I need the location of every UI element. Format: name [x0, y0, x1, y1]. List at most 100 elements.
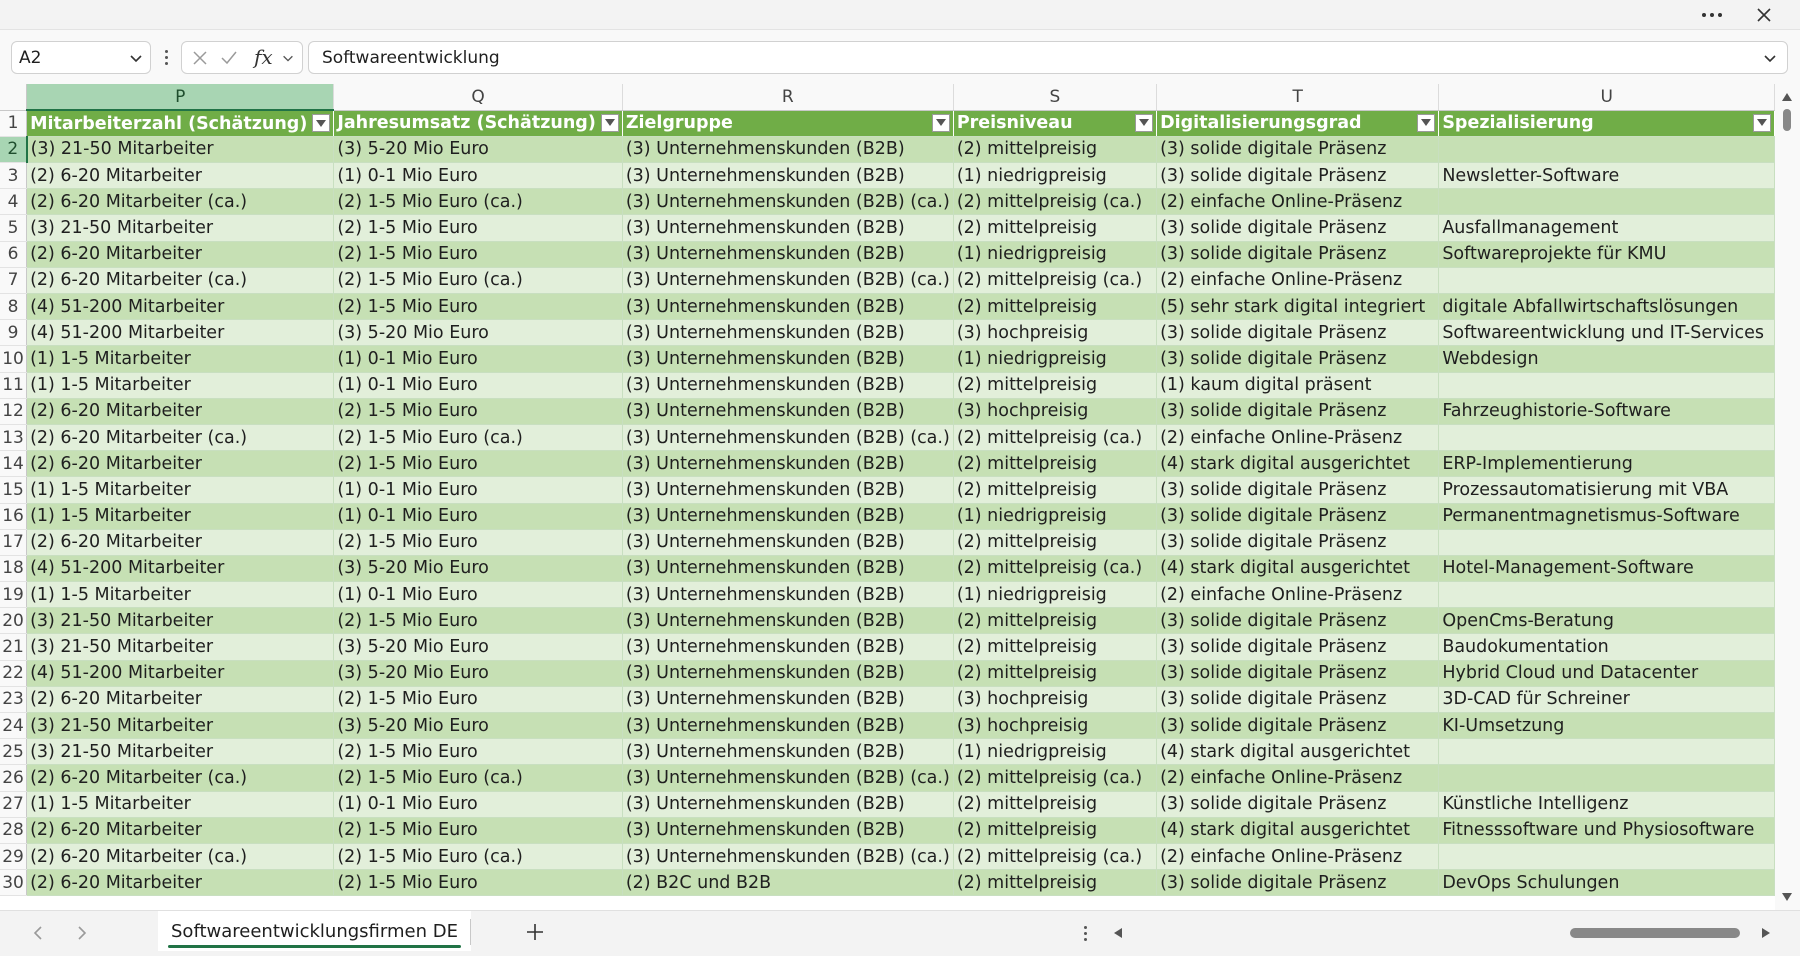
row-header[interactable]: 16 [0, 503, 28, 530]
table-cell[interactable]: (3) solide digitale Präsenz [1156, 398, 1440, 425]
table-cell[interactable]: (3) 21-50 Mitarbeiter [26, 214, 335, 242]
table-cell[interactable]: (3) Unternehmenskunden (B2B) [622, 345, 954, 373]
table-cell[interactable] [1438, 738, 1775, 766]
table-cell[interactable]: (2) mittelpreisig [953, 791, 1158, 818]
table-cell[interactable]: (2) 6-20 Mitarbeiter (ca.) [26, 843, 335, 871]
table-header-cell[interactable]: Jahresumsatz (Schätzung) [333, 110, 623, 137]
row-header[interactable]: 30 [0, 869, 28, 897]
table-cell[interactable]: (3) Unternehmenskunden (B2B) [622, 686, 954, 714]
table-cell[interactable]: (3) solide digitale Präsenz [1156, 686, 1440, 714]
table-cell[interactable]: (2) 1-5 Mio Euro [333, 607, 623, 635]
table-cell[interactable]: (2) 6-20 Mitarbeiter (ca.) [26, 764, 335, 792]
table-cell[interactable]: (1) 0-1 Mio Euro [333, 581, 623, 609]
table-cell[interactable]: Softwareentwicklung und IT-Services [1438, 319, 1775, 347]
table-cell[interactable]: (2) B2C und B2B [622, 869, 954, 897]
table-cell[interactable]: (4) 51-200 Mitarbeiter [26, 555, 335, 583]
row-header[interactable]: 7 [0, 267, 28, 295]
close-icon[interactable] [1742, 0, 1786, 29]
row-header[interactable]: 21 [0, 633, 28, 661]
table-cell[interactable]: Webdesign [1438, 345, 1775, 373]
row-header[interactable]: 17 [0, 529, 28, 556]
table-cell[interactable]: (2) 1-5 Mio Euro [333, 214, 623, 242]
table-cell[interactable]: (2) einfache Online-Präsenz [1156, 267, 1440, 295]
table-cell[interactable]: (2) 1-5 Mio Euro [333, 241, 623, 268]
fx-icon[interactable]: fx [254, 45, 273, 69]
row-header[interactable]: 11 [0, 372, 28, 399]
scroll-down-icon[interactable] [1781, 892, 1793, 902]
table-cell[interactable]: (3) Unternehmenskunden (B2B) [622, 738, 954, 766]
row-header[interactable]: 13 [0, 424, 28, 452]
table-cell[interactable]: (3) hochpreisig [953, 398, 1158, 425]
table-cell[interactable]: (3) solide digitale Präsenz [1156, 503, 1440, 530]
table-header-cell[interactable]: Mitarbeiterzahl (Schätzung) [26, 110, 335, 137]
table-cell[interactable]: (4) stark digital ausgerichtet [1156, 450, 1440, 478]
table-cell[interactable]: (3) 5-20 Mio Euro [333, 319, 623, 347]
table-cell[interactable]: (3) solide digitale Präsenz [1156, 712, 1440, 740]
table-cell[interactable]: (3) Unternehmenskunden (B2B) [622, 712, 954, 740]
chevron-down-icon[interactable] [128, 50, 144, 66]
table-cell[interactable]: (3) Unternehmenskunden (B2B) [622, 293, 954, 321]
table-cell[interactable]: (1) niedrigpreisig [953, 345, 1158, 373]
table-cell[interactable] [1438, 267, 1775, 295]
table-cell[interactable]: (2) 6-20 Mitarbeiter [26, 869, 335, 897]
table-cell[interactable] [1438, 188, 1775, 216]
table-cell[interactable]: (3) 21-50 Mitarbeiter [26, 633, 335, 661]
table-cell[interactable]: (1) 0-1 Mio Euro [333, 162, 623, 190]
horizontal-scrollbar[interactable] [1110, 921, 1780, 945]
table-cell[interactable]: (2) einfache Online-Präsenz [1156, 581, 1440, 609]
table-cell[interactable]: (1) 0-1 Mio Euro [333, 476, 623, 504]
table-cell[interactable]: (2) 1-5 Mio Euro [333, 450, 623, 478]
table-cell[interactable]: Softwareprojekte für KMU [1438, 241, 1775, 268]
table-cell[interactable]: (1) 0-1 Mio Euro [333, 372, 623, 399]
table-cell[interactable]: (2) 6-20 Mitarbeiter [26, 241, 335, 268]
table-cell[interactable]: (3) 5-20 Mio Euro [333, 633, 623, 661]
row-header[interactable]: 6 [0, 241, 28, 268]
column-header-s[interactable]: S [953, 84, 1158, 111]
table-cell[interactable]: (1) 0-1 Mio Euro [333, 503, 623, 530]
column-header-t[interactable]: T [1156, 84, 1440, 111]
table-cell[interactable] [1438, 424, 1775, 452]
row-header[interactable]: 22 [0, 660, 28, 687]
row-header[interactable]: 24 [0, 712, 28, 740]
table-cell[interactable] [1438, 581, 1775, 609]
previous-sheet-icon[interactable] [28, 923, 48, 943]
table-cell[interactable]: (2) 1-5 Mio Euro (ca.) [333, 424, 623, 452]
table-cell[interactable]: (2) mittelpreisig [953, 293, 1158, 321]
table-header-cell[interactable]: Preisniveau [953, 110, 1158, 137]
filter-dropdown-icon[interactable] [312, 114, 331, 133]
table-cell[interactable]: (3) Unternehmenskunden (B2B) [622, 214, 954, 242]
vertical-scrollbar[interactable] [1775, 84, 1800, 910]
row-header[interactable]: 14 [0, 450, 28, 478]
table-cell[interactable]: (2) mittelpreisig [953, 450, 1158, 478]
table-cell[interactable]: (2) 1-5 Mio Euro (ca.) [333, 843, 623, 871]
table-cell[interactable]: (3) Unternehmenskunden (B2B) [622, 529, 954, 556]
table-cell[interactable]: (2) einfache Online-Präsenz [1156, 188, 1440, 216]
scroll-up-icon[interactable] [1781, 92, 1793, 102]
column-header-u[interactable]: U [1438, 84, 1775, 111]
table-cell[interactable]: (3) solide digitale Präsenz [1156, 633, 1440, 661]
table-cell[interactable]: (3) solide digitale Präsenz [1156, 214, 1440, 242]
plus-icon[interactable] [524, 921, 546, 943]
table-cell[interactable]: (3) Unternehmenskunden (B2B) [622, 372, 954, 399]
table-cell[interactable]: (2) mittelpreisig (ca.) [953, 188, 1158, 216]
table-cell[interactable]: (2) mittelpreisig [953, 372, 1158, 399]
row-header[interactable]: 26 [0, 764, 28, 792]
table-cell[interactable]: (2) 6-20 Mitarbeiter [26, 162, 335, 190]
filter-dropdown-icon[interactable] [1753, 113, 1771, 132]
table-cell[interactable] [1438, 136, 1775, 164]
scroll-right-icon[interactable] [1760, 927, 1772, 939]
table-cell[interactable]: (2) mittelpreisig [953, 214, 1158, 242]
table-cell[interactable]: Ausfallmanagement [1438, 214, 1775, 242]
table-cell[interactable]: (3) hochpreisig [953, 319, 1158, 347]
table-cell[interactable]: (3) Unternehmenskunden (B2B) [622, 319, 954, 347]
formula-input[interactable]: Softwareentwicklung [308, 41, 1788, 74]
table-cell[interactable]: (2) einfache Online-Präsenz [1156, 424, 1440, 452]
table-cell[interactable]: (4) stark digital ausgerichtet [1156, 738, 1440, 766]
table-cell[interactable]: (3) solide digitale Präsenz [1156, 660, 1440, 687]
table-cell[interactable]: (2) mittelpreisig [953, 660, 1158, 687]
table-cell[interactable]: Hotel-Management-Software [1438, 555, 1775, 583]
table-cell[interactable] [1438, 372, 1775, 399]
table-cell[interactable]: (3) Unternehmenskunden (B2B) (ca.) [622, 843, 954, 871]
table-cell[interactable]: (3) solide digitale Präsenz [1156, 869, 1440, 897]
table-cell[interactable]: (3) solide digitale Präsenz [1156, 476, 1440, 504]
